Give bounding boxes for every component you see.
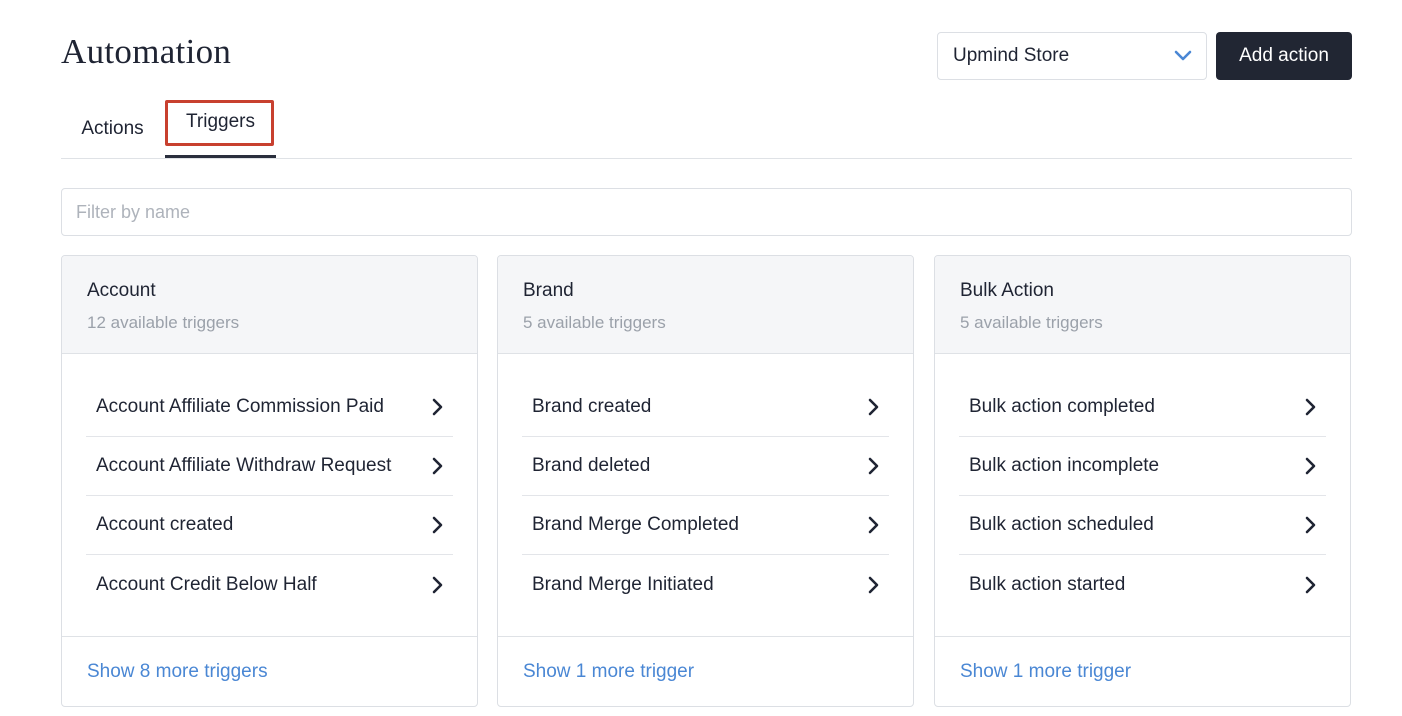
page-title: Automation — [61, 32, 232, 71]
chevron-down-icon — [1174, 50, 1192, 61]
card-subtitle: 5 available triggers — [523, 313, 666, 332]
trigger-item[interactable]: Brand created — [522, 378, 889, 437]
add-action-button[interactable]: Add action — [1216, 32, 1352, 80]
trigger-list: Bulk action completed Bulk action incomp… — [959, 378, 1326, 614]
card-title: Brand — [523, 280, 574, 301]
trigger-label: Brand Merge Completed — [532, 514, 739, 535]
trigger-label: Bulk action scheduled — [969, 514, 1154, 535]
trigger-label: Brand Merge Initiated — [532, 573, 714, 595]
card-subtitle: 12 available triggers — [87, 313, 240, 332]
trigger-card-brand: Brand 5 available triggers Brand created… — [497, 255, 914, 707]
card-footer: Show 1 more trigger — [935, 636, 1350, 706]
chevron-right-icon — [1305, 398, 1316, 416]
chevron-right-icon — [868, 398, 879, 416]
trigger-label: Bulk action started — [969, 573, 1126, 595]
show-more-link[interactable]: Show 1 more trigger — [523, 661, 694, 683]
filter-input[interactable] — [61, 188, 1352, 236]
chevron-right-icon — [868, 576, 879, 593]
chevron-right-icon — [1305, 457, 1316, 475]
automation-page: Automation Upmind Store Add action Actio… — [0, 0, 1402, 716]
card-subtitle: 5 available triggers — [960, 313, 1103, 332]
trigger-label: Account Credit Below Half — [96, 573, 317, 595]
show-more-link[interactable]: Show 1 more trigger — [960, 661, 1131, 683]
trigger-item[interactable]: Account created — [86, 496, 453, 555]
tab-triggers[interactable]: Triggers — [165, 100, 276, 158]
chevron-right-icon — [868, 516, 879, 534]
card-title: Bulk Action — [960, 280, 1054, 301]
chevron-right-icon — [432, 457, 443, 475]
tab-actions[interactable]: Actions — [61, 100, 164, 158]
show-more-link[interactable]: Show 8 more triggers — [87, 661, 268, 683]
trigger-label: Brand created — [532, 396, 652, 417]
trigger-card-bulk-action: Bulk Action 5 available triggers Bulk ac… — [934, 255, 1351, 707]
card-footer: Show 8 more triggers — [62, 636, 477, 706]
trigger-item[interactable]: Account Credit Below Half — [86, 555, 453, 614]
chevron-right-icon — [1305, 576, 1316, 593]
store-select-value: Upmind Store — [953, 45, 1070, 66]
chevron-right-icon — [432, 516, 443, 534]
chevron-right-icon — [1305, 516, 1316, 534]
trigger-label: Bulk action incomplete — [969, 455, 1160, 476]
trigger-item[interactable]: Brand Merge Initiated — [522, 555, 889, 614]
trigger-label: Brand deleted — [532, 455, 651, 476]
trigger-card-account: Account 12 available triggers Account Af… — [61, 255, 478, 707]
tab-bar: Actions Triggers — [61, 100, 1352, 159]
card-header: Account 12 available triggers — [62, 256, 477, 354]
tab-actions-label: Actions — [81, 118, 144, 139]
card-header: Brand 5 available triggers — [498, 256, 913, 354]
chevron-right-icon — [432, 576, 443, 593]
trigger-item[interactable]: Brand Merge Completed — [522, 496, 889, 555]
trigger-label: Account Affiliate Withdraw Request — [96, 455, 392, 476]
store-select[interactable]: Upmind Store — [937, 32, 1207, 80]
trigger-item[interactable]: Bulk action started — [959, 555, 1326, 614]
trigger-item[interactable]: Account Affiliate Withdraw Request — [86, 437, 453, 496]
trigger-label: Account created — [96, 514, 234, 535]
chevron-right-icon — [432, 398, 443, 416]
trigger-label: Account Affiliate Commission Paid — [96, 396, 384, 417]
card-title: Account — [87, 280, 156, 301]
trigger-item[interactable]: Bulk action completed — [959, 378, 1326, 437]
trigger-item[interactable]: Bulk action scheduled — [959, 496, 1326, 555]
chevron-right-icon — [868, 457, 879, 475]
trigger-item[interactable]: Account Affiliate Commission Paid — [86, 378, 453, 437]
trigger-list: Brand created Brand deleted Brand Merge … — [522, 378, 889, 614]
trigger-list: Account Affiliate Commission Paid Accoun… — [86, 378, 453, 614]
trigger-item[interactable]: Brand deleted — [522, 437, 889, 496]
trigger-item[interactable]: Bulk action incomplete — [959, 437, 1326, 496]
trigger-label: Bulk action completed — [969, 396, 1155, 417]
card-header: Bulk Action 5 available triggers — [935, 256, 1350, 354]
card-footer: Show 1 more trigger — [498, 636, 913, 706]
tab-triggers-label: Triggers — [186, 110, 255, 132]
